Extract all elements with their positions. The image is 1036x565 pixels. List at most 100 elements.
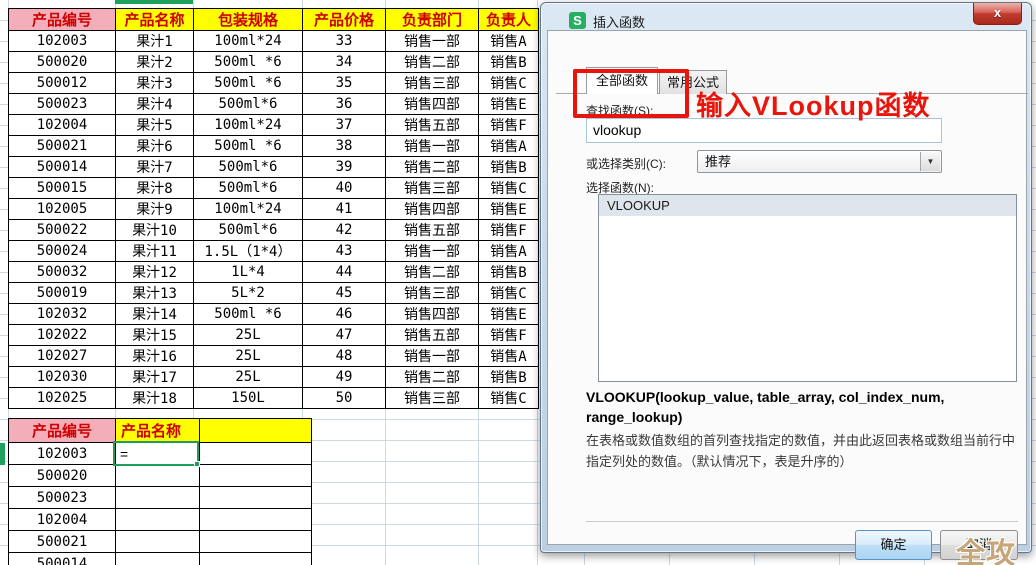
column-header[interactable]: 产品编号 bbox=[8, 8, 116, 31]
table-cell[interactable]: 500ml*6 bbox=[193, 156, 303, 178]
table-cell[interactable]: 销售一部 bbox=[385, 30, 479, 52]
table-cell[interactable]: 销售三部 bbox=[385, 282, 479, 304]
table-cell[interactable]: 500020 bbox=[8, 51, 116, 73]
table-cell[interactable]: 500032 bbox=[8, 261, 116, 283]
table-cell[interactable] bbox=[199, 442, 312, 465]
table-cell[interactable]: 果汁2 bbox=[115, 51, 194, 73]
fill-handle[interactable] bbox=[194, 461, 200, 467]
table-cell[interactable]: 44 bbox=[302, 261, 386, 283]
table-cell[interactable]: 销售三部 bbox=[385, 72, 479, 94]
column-header[interactable]: 产品编号 bbox=[8, 418, 116, 443]
category-dropdown[interactable]: 推荐 ▼ bbox=[697, 150, 942, 173]
column-header[interactable]: 产品价格 bbox=[302, 8, 386, 31]
table-cell[interactable]: 500ml*6 bbox=[193, 93, 303, 115]
table-cell[interactable]: 500023 bbox=[8, 486, 116, 509]
table-cell[interactable] bbox=[199, 508, 312, 531]
table-cell[interactable]: 100ml*24 bbox=[193, 30, 303, 52]
table-cell[interactable]: 果汁18 bbox=[115, 387, 194, 409]
table-cell[interactable]: 500ml *6 bbox=[193, 135, 303, 157]
column-header[interactable]: 产品名称 bbox=[115, 8, 194, 31]
table-cell[interactable]: 销售一部 bbox=[385, 345, 479, 367]
table-cell[interactable]: 5L*2 bbox=[193, 282, 303, 304]
table-cell[interactable]: 500021 bbox=[8, 135, 116, 157]
table-cell[interactable]: 34 bbox=[302, 51, 386, 73]
table-cell[interactable] bbox=[115, 508, 200, 531]
table-cell[interactable]: 500015 bbox=[8, 177, 116, 199]
table-cell[interactable]: 销售C bbox=[478, 177, 539, 199]
table-cell[interactable]: 43 bbox=[302, 240, 386, 262]
table-cell[interactable]: 果汁3 bbox=[115, 72, 194, 94]
table-cell[interactable] bbox=[115, 486, 200, 509]
table-cell[interactable]: 37 bbox=[302, 114, 386, 136]
function-list-item-vlookup[interactable]: VLOOKUP bbox=[599, 195, 1016, 216]
table-cell[interactable]: 48 bbox=[302, 345, 386, 367]
table-cell[interactable]: 果汁8 bbox=[115, 177, 194, 199]
table-cell[interactable]: 销售二部 bbox=[385, 366, 479, 388]
table-cell[interactable]: 42 bbox=[302, 219, 386, 241]
table-cell[interactable]: 102025 bbox=[8, 387, 116, 409]
table-cell[interactable]: 47 bbox=[302, 324, 386, 346]
column-header[interactable]: 负责人 bbox=[478, 8, 539, 31]
table-cell[interactable]: 1L*4 bbox=[193, 261, 303, 283]
table-cell[interactable]: 36 bbox=[302, 93, 386, 115]
table-cell[interactable]: 果汁16 bbox=[115, 345, 194, 367]
table-cell[interactable] bbox=[115, 552, 200, 565]
table-cell[interactable]: 果汁11 bbox=[115, 240, 194, 262]
table-cell[interactable]: 果汁6 bbox=[115, 135, 194, 157]
table-cell[interactable]: 500014 bbox=[8, 552, 116, 565]
column-header[interactable] bbox=[199, 418, 312, 443]
table-cell[interactable]: 销售B bbox=[478, 261, 539, 283]
table-cell[interactable]: 100ml*24 bbox=[193, 114, 303, 136]
table-cell[interactable]: 销售四部 bbox=[385, 93, 479, 115]
column-header[interactable]: 包装规格 bbox=[193, 8, 303, 31]
function-listbox[interactable]: VLOOKUP bbox=[598, 194, 1017, 382]
chevron-down-icon[interactable]: ▼ bbox=[920, 152, 940, 171]
table-cell[interactable]: 500019 bbox=[8, 282, 116, 304]
table-cell[interactable] bbox=[199, 530, 312, 553]
close-icon[interactable]: x bbox=[973, 3, 1022, 25]
table-cell[interactable]: 销售C bbox=[478, 72, 539, 94]
table-cell[interactable]: 500022 bbox=[8, 219, 116, 241]
table-cell[interactable]: 102027 bbox=[8, 345, 116, 367]
table-cell[interactable]: 果汁14 bbox=[115, 303, 194, 325]
table-cell[interactable]: 销售四部 bbox=[385, 303, 479, 325]
table-cell[interactable]: 500ml *6 bbox=[193, 72, 303, 94]
table-cell[interactable]: 销售五部 bbox=[385, 219, 479, 241]
table-cell[interactable]: 销售A bbox=[478, 135, 539, 157]
table-cell[interactable]: 500014 bbox=[8, 156, 116, 178]
table-cell[interactable]: 销售四部 bbox=[385, 198, 479, 220]
table-cell[interactable]: 25L bbox=[193, 345, 303, 367]
table-cell[interactable] bbox=[199, 464, 312, 487]
table-cell[interactable] bbox=[115, 530, 200, 553]
table-cell[interactable]: 49 bbox=[302, 366, 386, 388]
table-cell[interactable]: 102030 bbox=[8, 366, 116, 388]
table-cell[interactable]: 销售一部 bbox=[385, 135, 479, 157]
table-cell[interactable]: 40 bbox=[302, 177, 386, 199]
table-cell[interactable]: 500ml*6 bbox=[193, 219, 303, 241]
table-cell[interactable]: 销售一部 bbox=[385, 240, 479, 262]
table-cell[interactable]: 500012 bbox=[8, 72, 116, 94]
table-cell[interactable]: 102004 bbox=[8, 114, 116, 136]
column-header[interactable]: 负责部门 bbox=[385, 8, 479, 31]
table-cell[interactable]: 销售B bbox=[478, 51, 539, 73]
table-cell[interactable]: 500ml*6 bbox=[193, 177, 303, 199]
table-cell[interactable]: 25L bbox=[193, 366, 303, 388]
table-cell[interactable]: 销售五部 bbox=[385, 324, 479, 346]
table-cell[interactable]: 500024 bbox=[8, 240, 116, 262]
table-cell[interactable]: 102005 bbox=[8, 198, 116, 220]
table-cell[interactable]: 25L bbox=[193, 324, 303, 346]
table-cell[interactable]: 500ml *6 bbox=[193, 51, 303, 73]
table-cell[interactable]: 102003 bbox=[8, 30, 116, 52]
table-cell[interactable]: 销售F bbox=[478, 114, 539, 136]
table-cell[interactable]: 销售C bbox=[478, 282, 539, 304]
table-cell[interactable]: 销售A bbox=[478, 345, 539, 367]
table-cell[interactable]: 销售F bbox=[478, 219, 539, 241]
table-cell[interactable]: 销售A bbox=[478, 30, 539, 52]
table-cell[interactable]: 果汁5 bbox=[115, 114, 194, 136]
table-cell[interactable]: 果汁17 bbox=[115, 366, 194, 388]
table-cell[interactable]: 33 bbox=[302, 30, 386, 52]
table-cell[interactable]: 果汁9 bbox=[115, 198, 194, 220]
active-cell-outline[interactable] bbox=[113, 441, 200, 467]
table-cell[interactable] bbox=[199, 552, 312, 565]
table-cell[interactable]: 500020 bbox=[8, 464, 116, 487]
